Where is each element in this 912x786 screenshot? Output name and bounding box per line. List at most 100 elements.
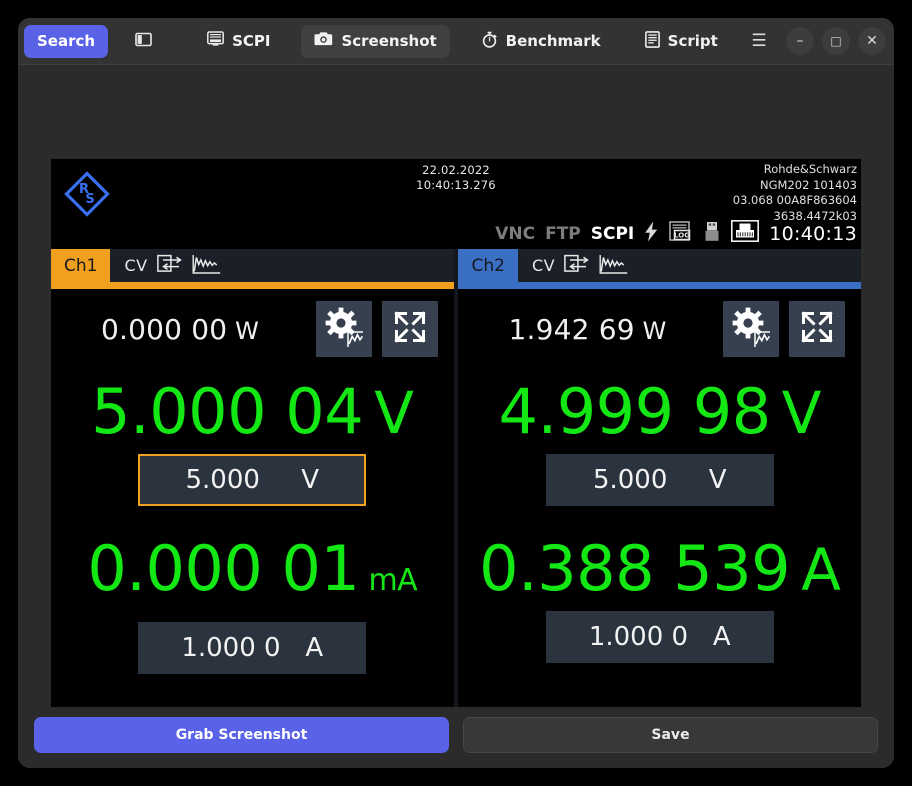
status-scpi[interactable]: SCPI: [591, 224, 635, 244]
voltage-unit-ch1: V: [374, 379, 414, 447]
save-button-label: Save: [651, 727, 690, 743]
svg-text:LOG: LOG: [674, 231, 690, 239]
channel-settings-button-ch1[interactable]: [315, 301, 372, 357]
minimize-button[interactable]: –: [786, 27, 814, 55]
lan-icon[interactable]: [731, 220, 760, 247]
channel-tabrow-ch2: Ch2 CV: [458, 249, 861, 282]
voltage-block-ch1: 5.000 04 V 5.000 V: [63, 375, 442, 506]
screenshot-button[interactable]: Screenshot: [301, 24, 450, 58]
scpi-button-label: SCPI: [232, 32, 271, 50]
maximize-button[interactable]: □: [822, 27, 850, 55]
minimize-icon: –: [796, 33, 804, 49]
channel-expand-button-ch2[interactable]: [789, 301, 845, 357]
sidebar-toggle-button[interactable]: [126, 25, 160, 58]
menu-button[interactable]: ☰: [744, 27, 774, 55]
channel-tab-label-ch2: Ch2: [471, 255, 505, 276]
expand-arrows-icon: [800, 310, 834, 348]
channel-panel-ch2: Ch2 CV 1.942 69 W 4.999 98 V 5.000 V 0.3…: [458, 249, 861, 707]
voltage-reading-ch2: 4.999 98 V: [470, 375, 849, 450]
power-value-ch1: 0.000 00: [101, 312, 228, 346]
current-setpoint-ch1[interactable]: 1.000 0 A: [138, 622, 367, 674]
expand-arrows-icon: [393, 310, 427, 348]
power-unit-ch1: W: [235, 316, 260, 345]
script-button[interactable]: Script: [632, 25, 731, 58]
power-unit-ch2: W: [642, 316, 667, 345]
channel-area: Ch1 CV 0.000 00 W 5.000 04 V 5.000 V 0.0…: [51, 249, 861, 707]
status-ftp[interactable]: FTP: [545, 224, 581, 244]
voltage-reading-ch1: 5.000 04 V: [63, 375, 442, 450]
channel-readouts-ch1: 0.000 00 W 5.000 04 V 5.000 V 0.000 01 m…: [51, 289, 454, 707]
io-arrows-icon[interactable]: [156, 254, 183, 277]
usb-icon[interactable]: [703, 221, 721, 247]
voltage-value-ch1: 5.000 04: [91, 375, 364, 448]
log-icon[interactable]: LOG: [669, 220, 693, 247]
instrument-screenshot-preview: R S 22.02.2022 10:40:13.276 Rohde&Schwar…: [51, 159, 861, 707]
lightning-icon: [644, 221, 659, 247]
channel-tab-ch2[interactable]: Ch2: [458, 249, 518, 282]
search-button[interactable]: Search: [24, 24, 109, 58]
current-value-ch2: 0.388 539: [479, 532, 791, 605]
screenshot-button-label: Screenshot: [341, 32, 437, 50]
app-window: Search SCPI Screenshot Benchmark Script …: [18, 18, 894, 768]
current-setpoint-value-ch1: 1.000 0 A: [181, 633, 324, 663]
document-icon: [644, 30, 660, 52]
voltage-block-ch2: 4.999 98 V 5.000 V: [470, 375, 849, 506]
channel-mode-ch1: CV: [124, 256, 148, 275]
grab-screenshot-button[interactable]: Grab Screenshot: [34, 717, 449, 753]
status-vnc[interactable]: VNC: [495, 224, 535, 244]
waveform-icon[interactable]: [599, 254, 629, 278]
monitor-icon: [207, 31, 225, 51]
power-reading-ch1: 0.000 00 W: [101, 313, 259, 346]
channel-tab-label-ch1: Ch1: [64, 255, 98, 276]
channel-expand-button-ch1[interactable]: [381, 301, 438, 357]
maximize-icon: □: [830, 34, 842, 48]
instrument-clock: 10:40:13: [769, 222, 857, 245]
channel-mode-ch2: CV: [531, 256, 556, 275]
gear-graph-icon: [323, 306, 365, 352]
waveform-icon[interactable]: [192, 254, 222, 278]
voltage-value-ch2: 4.999 98: [498, 375, 772, 448]
current-reading-ch1: 0.000 01 mA: [63, 532, 442, 618]
current-unit-ch1: mA: [368, 563, 418, 598]
hamburger-icon: ☰: [751, 31, 767, 51]
toolbar: Search SCPI Screenshot Benchmark Script …: [18, 18, 894, 65]
current-setpoint-value-ch2: 1.000 0 A: [588, 622, 731, 652]
save-button[interactable]: Save: [462, 717, 878, 753]
voltage-setpoint-ch1[interactable]: 5.000 V: [138, 454, 367, 506]
script-button-label: Script: [667, 32, 718, 50]
scpi-button[interactable]: SCPI: [194, 25, 283, 58]
search-button-label: Search: [37, 32, 96, 50]
panel-left-icon: [134, 31, 152, 52]
close-button[interactable]: ✕: [858, 27, 886, 55]
svg-text:S: S: [85, 192, 94, 207]
voltage-setpoint-ch2[interactable]: 5.000 V: [545, 454, 774, 506]
channel-tab-icons-ch2: CV: [518, 249, 629, 282]
instrument-header: R S 22.02.2022 10:40:13.276 Rohde&Schwar…: [51, 159, 861, 249]
channel-panel-ch1: Ch1 CV 0.000 00 W 5.000 04 V 5.000 V 0.0…: [51, 249, 454, 707]
stopwatch-icon: [481, 31, 498, 52]
io-arrows-icon[interactable]: [564, 254, 590, 277]
benchmark-button[interactable]: Benchmark: [468, 25, 614, 58]
current-unit-ch2: A: [801, 536, 841, 604]
power-row-ch2: 1.942 69 W: [470, 289, 849, 369]
instrument-vendor: Rohde&Schwarz: [763, 162, 857, 176]
instrument-status-bar: VNC FTP SCPI LOG 10:40:13: [495, 220, 857, 247]
channel-tab-ch1[interactable]: Ch1: [51, 249, 111, 282]
footer-actions: Grab Screenshot Save: [18, 702, 894, 768]
instrument-model: NGM202 101403: [760, 177, 857, 192]
benchmark-button-label: Benchmark: [505, 32, 601, 50]
power-reading-ch2: 1.942 69 W: [508, 313, 666, 346]
current-reading-ch2: 0.388 539 A: [470, 532, 849, 607]
instrument-firmware: 03.068 00A8F863604: [732, 193, 857, 207]
current-setpoint-ch2[interactable]: 1.000 0 A: [545, 611, 774, 663]
grab-screenshot-label: Grab Screenshot: [175, 727, 308, 743]
window-body: R S 22.02.2022 10:40:13.276 Rohde&Schwar…: [18, 65, 894, 768]
channel-settings-button-ch2[interactable]: [723, 301, 779, 357]
channel-readouts-ch2: 1.942 69 W 4.999 98 V 5.000 V 0.388 539 …: [458, 289, 861, 707]
voltage-setpoint-value-ch1: 5.000 V: [185, 465, 320, 495]
power-row-ch1: 0.000 00 W: [63, 289, 442, 369]
channel-underline-ch2: [458, 282, 861, 289]
camera-icon: [314, 31, 333, 51]
channel-underline-ch1: [51, 282, 454, 289]
voltage-setpoint-value-ch2: 5.000 V: [592, 465, 727, 495]
